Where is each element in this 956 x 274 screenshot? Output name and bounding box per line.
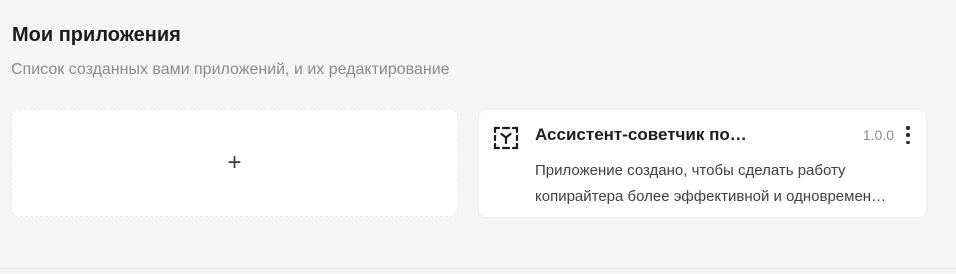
page-subtitle: Список созданных вами приложений, и их р… bbox=[11, 61, 450, 78]
app-description: Приложение создано, чтобы сделать работу… bbox=[535, 158, 917, 210]
app-description-line: копирайтера более эффективной и одноврем… bbox=[535, 188, 887, 205]
more-dot bbox=[906, 140, 910, 144]
page: Мои приложения Список созданных вами при… bbox=[0, 0, 956, 274]
more-dot bbox=[906, 126, 910, 130]
page-title: Мои приложения bbox=[12, 24, 181, 46]
plus-icon: + bbox=[227, 149, 242, 176]
more-vertical-icon[interactable] bbox=[904, 124, 912, 146]
more-dot bbox=[906, 133, 910, 137]
app-name[interactable]: Ассистент-советчик по… bbox=[535, 125, 805, 145]
app-version: 1.0.0 bbox=[862, 127, 894, 143]
app-frame-icon bbox=[493, 126, 519, 150]
add-app-card[interactable]: + bbox=[11, 109, 458, 217]
bottom-divider bbox=[0, 268, 956, 269]
app-description-line: Приложение создано, чтобы сделать работу bbox=[535, 162, 846, 179]
app-card[interactable]: Ассистент-советчик по… 1.0.0 Приложение … bbox=[478, 109, 927, 218]
